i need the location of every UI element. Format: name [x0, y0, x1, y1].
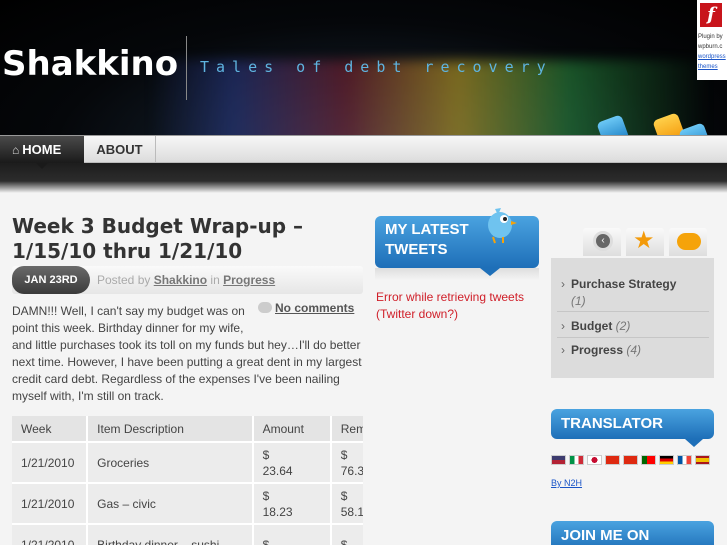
post-meta-text: Posted by Shakkino in Progress — [97, 266, 275, 294]
table-cell: $ 23.64 — [252, 441, 332, 483]
column-header: Amount — [252, 416, 332, 442]
translator-title: TRANSLATOR — [551, 409, 714, 439]
wordpress-link[interactable]: wordpress — [698, 52, 726, 62]
post-body: DAMN!!! Well, I can't say my budget was … — [12, 303, 366, 405]
translator-credit-link[interactable]: By N2H — [551, 478, 582, 488]
tweets-error-message: Error while retrieving tweets (Twitter d… — [376, 290, 525, 321]
category-name: Budget — [571, 319, 613, 333]
title-divider — [186, 36, 187, 100]
chevron-right-icon: › — [561, 319, 565, 333]
table-row: 1/21/2010 Groceries $ 23.64 $ 76.36 — [12, 441, 363, 483]
us-flag-icon[interactable] — [551, 455, 566, 465]
chevron-right-icon: › — [561, 343, 565, 357]
table-header-row: Week Item Description Amount Remaining — [12, 416, 363, 442]
tweets-title-tail — [480, 268, 500, 276]
table-cell: Gas – civic — [87, 482, 254, 524]
portugal-flag-icon[interactable] — [641, 455, 656, 465]
table-cell: $ 58.13 — [330, 482, 363, 524]
plugin-credit-line: Plugin by — [698, 34, 723, 40]
join-me-title: JOIN ME ON — [551, 521, 714, 545]
translator-flags — [551, 455, 716, 466]
table-cell: 1/21/2010 — [12, 523, 89, 545]
germany-flag-icon[interactable] — [659, 455, 674, 465]
table-cell: 1/21/2010 — [12, 482, 89, 524]
flash-plugin-box: f Plugin by wpburn.c wordpress themes — [697, 0, 727, 80]
tab-popular[interactable]: ★ — [626, 227, 664, 256]
column-header: Remaining — [330, 416, 363, 442]
posted-by-label: Posted by — [97, 273, 151, 287]
category-item[interactable]: › Purchase Strategy (1) — [557, 276, 709, 312]
post-date: JAN 23RD — [12, 266, 90, 294]
nav-about[interactable]: ABOUT — [84, 136, 156, 163]
nav-home[interactable]: ⌂ HOME — [0, 136, 84, 163]
category-name: Progress — [571, 343, 624, 357]
table-cell: $ — [252, 523, 332, 545]
site-tagline: Tales of debt recovery — [200, 58, 553, 76]
translator-title-tail — [685, 439, 703, 447]
post-paragraph-rest: and little purchases took its toll on my… — [12, 338, 362, 403]
budget-table: Week Item Description Amount Remaining 1… — [12, 416, 363, 545]
flash-icon[interactable]: f — [699, 2, 723, 28]
in-label: in — [210, 273, 220, 287]
china-flag-icon[interactable] — [605, 455, 620, 465]
category-item[interactable]: › Budget (2) — [557, 318, 709, 338]
star-icon: ★ — [633, 227, 655, 254]
post-title[interactable]: Week 3 Budget Wrap-up – 1/15/10 thru 1/2… — [12, 214, 362, 264]
category-count: (2) — [615, 319, 631, 333]
category-count: (1) — [571, 294, 586, 308]
plugin-credit-line: wpburn.c — [698, 44, 723, 50]
twitter-bird-icon — [488, 208, 517, 244]
header-shadow-band — [0, 163, 727, 193]
plugin-credit: Plugin by wpburn.c wordpress themes — [698, 32, 726, 72]
speech-bubble-icon — [677, 233, 701, 250]
tweets-widget-base — [375, 268, 539, 280]
clock-icon: ‹ — [593, 231, 613, 251]
main-nav: ⌂ HOME ABOUT — [0, 135, 727, 163]
post-paragraph-start: DAMN!!! Well, I can't say my budget was … — [12, 304, 245, 335]
korea-flag-icon[interactable] — [587, 455, 602, 465]
tweets-title: MY LATEST TWEETS — [385, 221, 469, 258]
themes-link[interactable]: themes — [698, 62, 726, 72]
table-cell: $ 18.23 — [252, 482, 332, 524]
table-row: 1/21/2010 Birthday dinner – sushi $ $ — [12, 523, 363, 545]
table-row: 1/21/2010 Gas – civic $ 18.23 $ 58.13 — [12, 482, 363, 524]
nav-home-label: HOME — [22, 142, 62, 157]
italy-flag-icon[interactable] — [569, 455, 584, 465]
column-header: Week — [12, 416, 89, 442]
category-item[interactable]: › Progress (4) — [557, 342, 709, 362]
france-flag-icon[interactable] — [677, 455, 692, 465]
category-link[interactable]: Progress — [223, 273, 275, 287]
home-icon: ⌂ — [12, 143, 20, 157]
author-link[interactable]: Shakkino — [154, 273, 207, 287]
china-traditional-flag-icon[interactable] — [623, 455, 638, 465]
table-cell: 1/21/2010 — [12, 441, 89, 483]
tab-comments[interactable] — [669, 228, 707, 256]
categories-panel: › Purchase Strategy (1) › Budget (2) › P… — [551, 258, 714, 378]
table-cell: Groceries — [87, 441, 254, 483]
category-count: (4) — [626, 343, 642, 357]
site-title[interactable]: Shakkino — [2, 44, 178, 84]
tab-recent[interactable]: ‹ — [583, 228, 621, 256]
chevron-right-icon: › — [561, 277, 565, 291]
sidebar-tabs: ‹ ★ — [583, 227, 713, 258]
table-cell: $ — [330, 523, 363, 545]
nav-active-arrow — [36, 163, 48, 169]
post-meta: JAN 23RD Posted by Shakkino in Progress — [12, 266, 363, 294]
table-cell: $ 76.36 — [330, 441, 363, 483]
spain-flag-icon[interactable] — [695, 455, 710, 465]
table-cell: Birthday dinner – sushi — [87, 523, 254, 545]
category-name: Purchase Strategy — [571, 277, 677, 291]
column-header: Item Description — [87, 416, 254, 442]
